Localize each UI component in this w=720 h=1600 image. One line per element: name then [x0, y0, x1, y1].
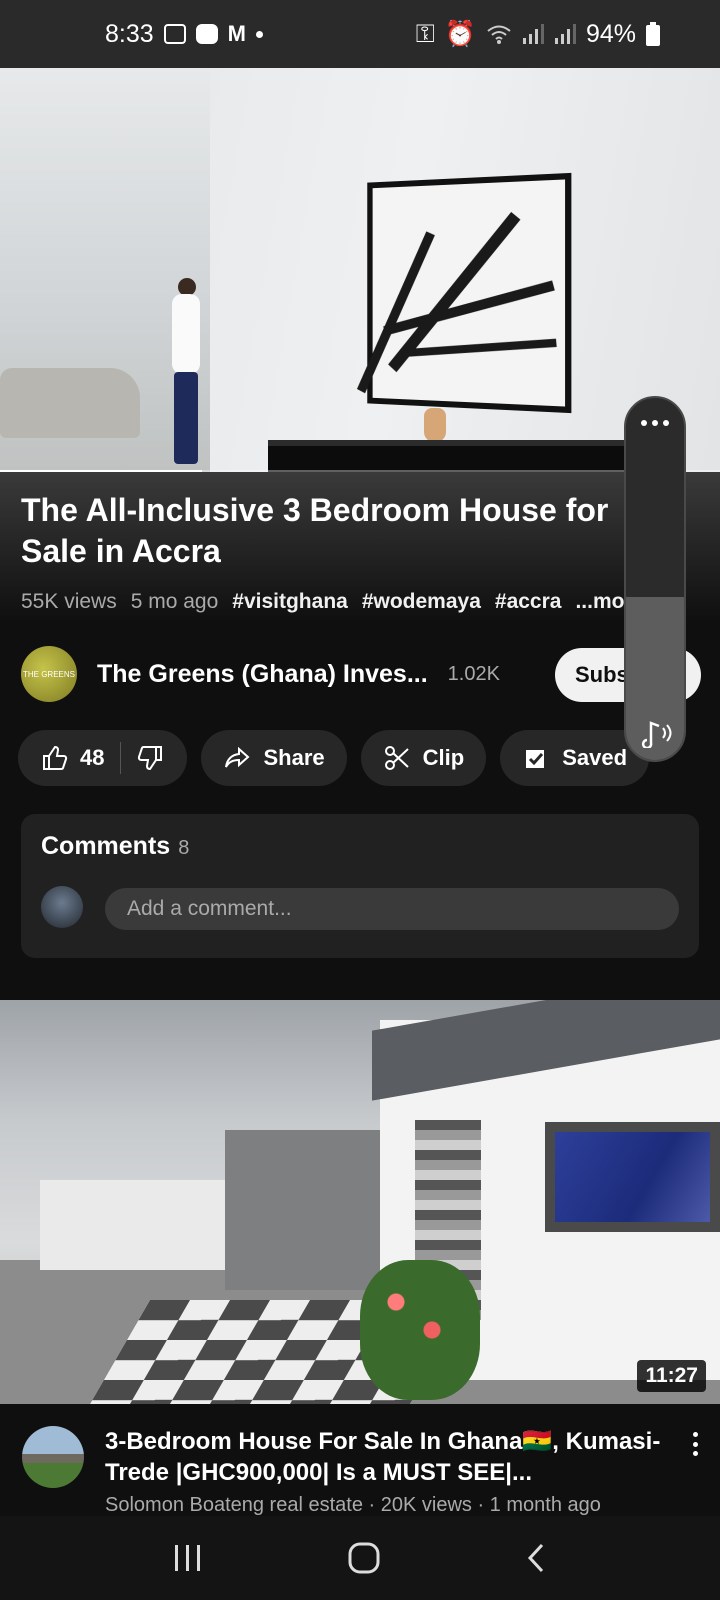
volume-overlay[interactable] [624, 396, 686, 762]
clip-label: Clip [422, 745, 465, 770]
action-bar: 48 Share Clip Saved [18, 730, 650, 786]
video-title[interactable]: The All-Inclusive 3 Bedroom House for Sa… [21, 490, 621, 572]
thumb-scene-wall [40, 1180, 230, 1270]
wifi-icon [487, 25, 511, 44]
like-count[interactable]: 48 [80, 745, 104, 771]
player-scene-vase [424, 408, 446, 442]
comments-panel[interactable]: Comments 8 Add a comment... [21, 814, 699, 958]
battery-text: 94% [585, 19, 636, 48]
video-player[interactable] [0, 68, 720, 472]
hashtag[interactable]: #visitghana [232, 590, 348, 614]
share-icon [223, 744, 251, 772]
status-bar: 8:33 M ⚿ ⏰ 94% [0, 0, 720, 68]
status-left: 8:33 M [105, 20, 263, 49]
thumbs-down-icon[interactable] [137, 744, 165, 772]
media-volume-icon[interactable] [637, 718, 677, 748]
like-divider [120, 742, 122, 774]
channel-avatar-logo-text: THE GREENS [22, 669, 75, 679]
user-avatar [41, 886, 83, 928]
player-scene-artwork [356, 172, 572, 414]
status-time: 8:33 [105, 19, 154, 48]
status-right: ⚿ ⏰ 94% [416, 20, 660, 49]
next-channel-avatar[interactable] [22, 1426, 84, 1488]
player-scene-sofa [0, 368, 140, 438]
thumb-scene-window [545, 1122, 720, 1232]
alarm-icon: ⏰ [444, 19, 476, 48]
thumbs-up-icon[interactable] [40, 744, 68, 772]
next-view-count: 20K views [380, 1494, 472, 1516]
gmail-icon: M [227, 21, 246, 46]
signal-icon [554, 24, 576, 44]
channel-row[interactable]: THE GREENS The Greens (Ghana) Inves... 1… [21, 646, 701, 702]
like-dislike-group: 48 [18, 730, 188, 786]
subscriber-count: 1.02K [447, 662, 500, 685]
signal-icon [522, 24, 544, 44]
system-nav-bar [0, 1516, 720, 1600]
add-comment-input[interactable]: Add a comment... [105, 888, 679, 930]
share-label: Share [263, 745, 325, 770]
home-icon[interactable] [348, 1542, 380, 1574]
recent-apps-icon[interactable] [172, 1543, 204, 1573]
comments-label: Comments [41, 832, 171, 860]
next-video-meta: Solomon Boateng real estate · 20K views … [105, 1494, 601, 1516]
channel-avatar[interactable]: THE GREENS [21, 646, 77, 702]
saved-label: Saved [562, 745, 628, 770]
next-upload-age: 1 month ago [489, 1494, 601, 1516]
gallery-icon [163, 24, 186, 44]
thumb-scene-flowers [360, 1260, 480, 1400]
vpn-key-icon: ⚿ [415, 19, 435, 48]
next-video-thumbnail[interactable] [0, 1000, 720, 1404]
player-scene-person [168, 278, 204, 468]
notification-dot-icon [256, 30, 263, 38]
share-button[interactable]: Share [201, 730, 347, 786]
duration-badge: 11:27 [637, 1360, 706, 1392]
battery-icon [646, 22, 660, 46]
next-video-title[interactable]: 3-Bedroom House For Sale In Ghana🇬🇭, Kum… [105, 1426, 675, 1488]
channel-name[interactable]: The Greens (Ghana) Inves... [97, 660, 428, 689]
hashtag[interactable]: #wodemaya [362, 590, 481, 614]
hashtag[interactable]: #accra [495, 590, 562, 614]
youtube-icon [195, 24, 218, 44]
comments-header: Comments 8 [41, 832, 189, 861]
player-scene-console [268, 440, 628, 472]
comments-count: 8 [178, 837, 190, 859]
next-channel-name: Solomon Boateng real estate [105, 1494, 363, 1516]
upload-age: 5 mo ago [130, 590, 219, 613]
saved-playlist-icon [522, 744, 550, 772]
volume-more-icon[interactable] [626, 420, 684, 426]
video-meta[interactable]: 55K views 5 mo ago #visitghana #wodemaya… [21, 590, 644, 614]
view-count: 55K views [21, 590, 117, 613]
clip-button[interactable]: Clip [360, 730, 487, 786]
more-options-icon[interactable] [690, 1432, 700, 1456]
back-icon[interactable] [524, 1542, 548, 1574]
next-video-info[interactable]: 3-Bedroom House For Sale In Ghana🇬🇭, Kum… [0, 1404, 720, 1516]
scissors-icon [383, 744, 411, 772]
